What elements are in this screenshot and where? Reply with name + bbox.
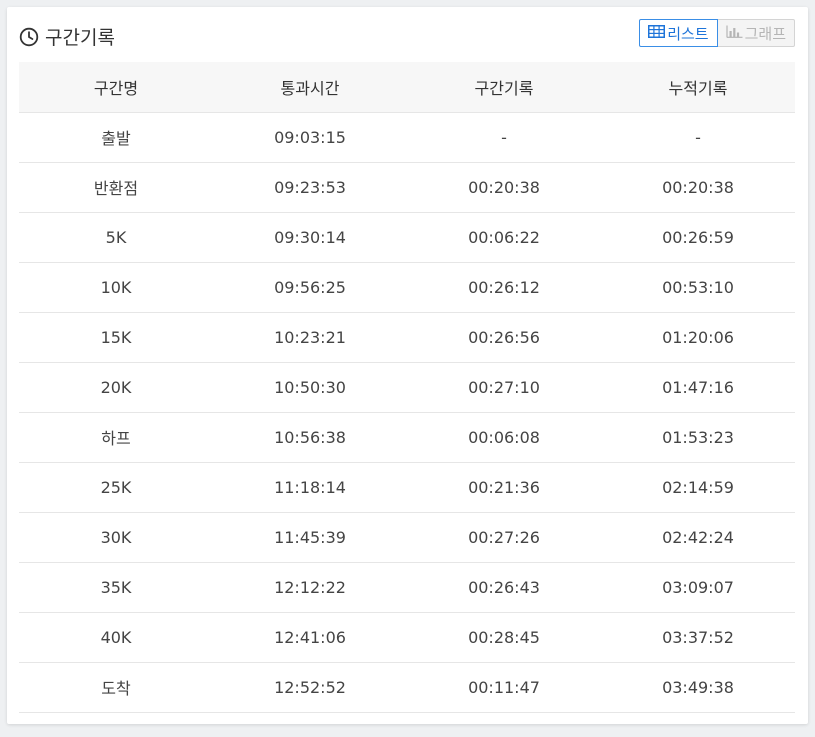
table-row: 40K 12:41:06 00:28:45 03:37:52 — [19, 612, 795, 663]
list-view-button[interactable]: 리스트 — [639, 19, 718, 47]
pass-time-cell: 09:03:15 — [213, 112, 407, 163]
pass-time-cell: 12:52:52 — [213, 662, 407, 713]
table-header-row: 구간명 통과시간 구간기록 누적기록 — [19, 62, 795, 113]
column-header-cumulative-time: 누적기록 — [601, 62, 795, 113]
split-time-cell: - — [407, 112, 601, 163]
table-row: 30K 11:45:39 00:27:26 02:42:24 — [19, 512, 795, 563]
split-time-cell: 00:06:22 — [407, 212, 601, 263]
cumulative-time-cell: 03:49:38 — [601, 662, 795, 713]
section-name-cell: 출발 — [19, 112, 213, 163]
section-name-cell: 35K — [19, 562, 213, 613]
table-grid-icon — [648, 24, 666, 42]
section-name-cell: 30K — [19, 512, 213, 563]
panel-title-text: 구간기록 — [45, 27, 115, 49]
split-time-cell: 00:27:26 — [407, 512, 601, 563]
pass-time-cell: 10:50:30 — [213, 362, 407, 413]
cumulative-time-cell: 00:53:10 — [601, 262, 795, 313]
section-name-cell: 20K — [19, 362, 213, 413]
split-time-cell: 00:11:47 — [407, 662, 601, 713]
split-time-cell: 00:26:12 — [407, 262, 601, 313]
table-row: 20K 10:50:30 00:27:10 01:47:16 — [19, 362, 795, 413]
table-row: 15K 10:23:21 00:26:56 01:20:06 — [19, 312, 795, 363]
split-records-panel: 구간기록 리스트 그래프 구간명 통과시간 구간기록 누적기록 출발 09:03… — [7, 7, 808, 724]
cumulative-time-cell: 00:26:59 — [601, 212, 795, 263]
table-row: 도착 12:52:52 00:11:47 03:49:38 — [19, 662, 795, 713]
table-row: 반환점 09:23:53 00:20:38 00:20:38 — [19, 162, 795, 213]
pass-time-cell: 10:23:21 — [213, 312, 407, 363]
split-time-cell: 00:06:08 — [407, 412, 601, 463]
cumulative-time-cell: 03:37:52 — [601, 612, 795, 663]
pass-time-cell: 12:12:22 — [213, 562, 407, 613]
section-name-cell: 5K — [19, 212, 213, 263]
cumulative-time-cell: 01:47:16 — [601, 362, 795, 413]
section-name-cell: 40K — [19, 612, 213, 663]
column-header-pass-time: 통과시간 — [213, 62, 407, 113]
cumulative-time-cell: 03:09:07 — [601, 562, 795, 613]
section-name-cell: 반환점 — [19, 162, 213, 213]
split-time-cell: 00:20:38 — [407, 162, 601, 213]
pass-time-cell: 09:30:14 — [213, 212, 407, 263]
cumulative-time-cell: 00:20:38 — [601, 162, 795, 213]
pass-time-cell: 09:23:53 — [213, 162, 407, 213]
table-row: 출발 09:03:15- - — [19, 112, 795, 163]
pass-time-cell: 11:45:39 — [213, 512, 407, 563]
cumulative-time-cell: 02:42:24 — [601, 512, 795, 563]
pass-time-cell: 09:56:25 — [213, 262, 407, 313]
table-row: 25K 11:18:14 00:21:36 02:14:59 — [19, 462, 795, 513]
table-row: 35K 12:12:22 00:26:43 03:09:07 — [19, 562, 795, 613]
table-body: 출발 09:03:15- - 반환점 09:23:53 00:20:38 00:20:38 5… — [19, 112, 795, 713]
list-view-label: 리스트 — [667, 24, 709, 43]
pass-time-cell: 12:41:06 — [213, 612, 407, 663]
table-row: 하프 10:56:38 00:06:08 01:53:23 — [19, 412, 795, 463]
cumulative-time-cell: 01:20:06 — [601, 312, 795, 363]
split-time-cell: 00:27:10 — [407, 362, 601, 413]
panel-title: 구간기록 — [19, 23, 115, 50]
graph-view-button[interactable]: 그래프 — [717, 19, 795, 47]
section-name-cell: 도착 — [19, 662, 213, 713]
section-name-cell: 하프 — [19, 412, 213, 463]
split-time-cell: 00:26:43 — [407, 562, 601, 613]
view-toggle: 리스트 그래프 — [639, 19, 795, 47]
split-time-cell: 00:28:45 — [407, 612, 601, 663]
column-header-section: 구간명 — [19, 62, 213, 113]
section-name-cell: 10K — [19, 262, 213, 313]
split-records-table: 구간명 통과시간 구간기록 누적기록 출발 09:03:15- - 반환점 09:23:… — [19, 62, 795, 713]
table-row: 10K 09:56:25 00:26:12 00:53:10 — [19, 262, 795, 313]
section-name-cell: 15K — [19, 312, 213, 363]
split-time-cell: 00:26:56 — [407, 312, 601, 363]
bar-chart-icon — [725, 24, 743, 42]
table-row: 5K 09:30:14 00:06:22 00:26:59 — [19, 212, 795, 263]
cumulative-time-cell: - — [601, 112, 795, 163]
cumulative-time-cell: 02:14:59 — [601, 462, 795, 513]
split-time-cell: 00:21:36 — [407, 462, 601, 513]
pass-time-cell: 10:56:38 — [213, 412, 407, 463]
pass-time-cell: 11:18:14 — [213, 462, 407, 513]
column-header-split-time: 구간기록 — [407, 62, 601, 113]
cumulative-time-cell: 01:53:23 — [601, 412, 795, 463]
panel-header: 구간기록 리스트 그래프 — [19, 19, 795, 53]
clock-icon — [19, 27, 39, 47]
section-name-cell: 25K — [19, 462, 213, 513]
graph-view-label: 그래프 — [744, 24, 786, 43]
